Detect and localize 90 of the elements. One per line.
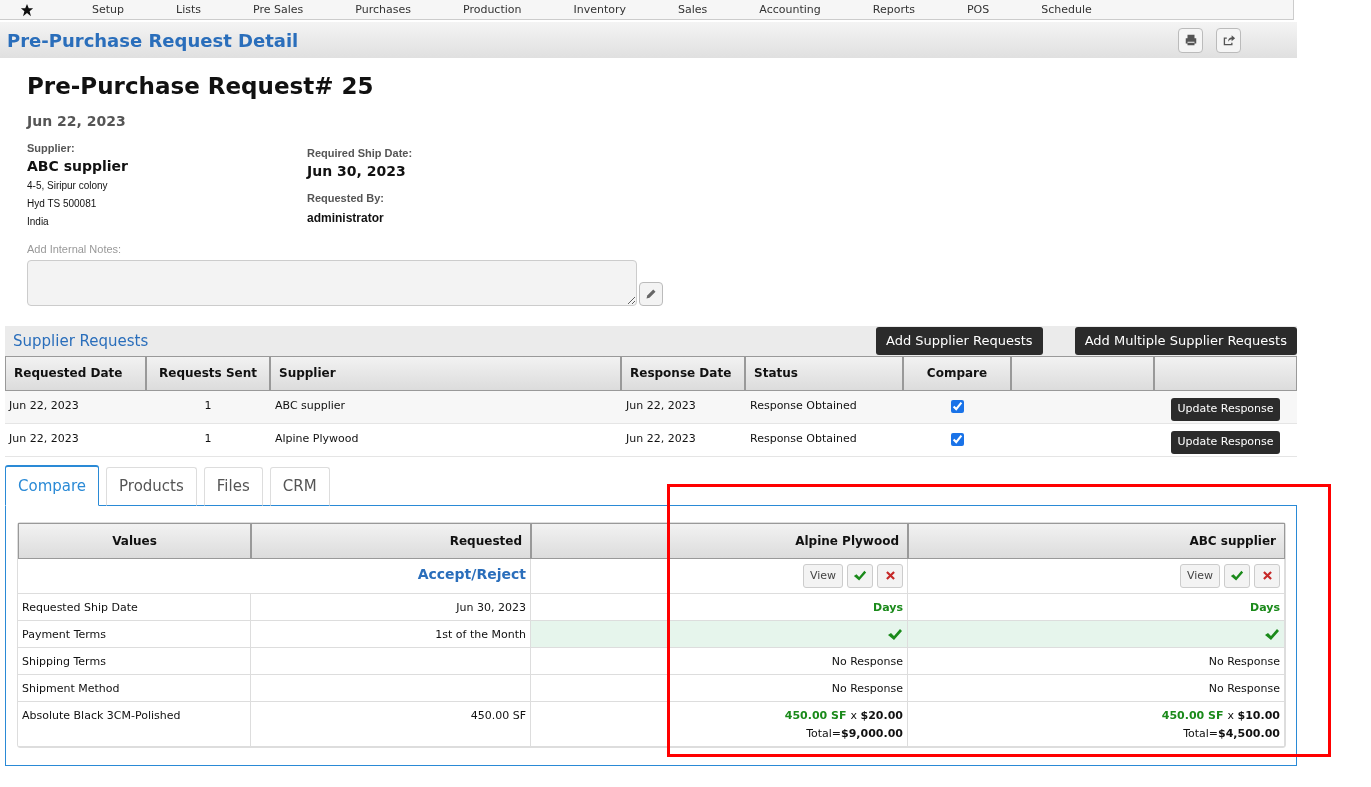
column-header: Compare: [903, 355, 1011, 391]
table-cell: Jun 22, 2023: [621, 390, 745, 424]
unit-price: x $10.00: [1227, 707, 1280, 724]
cell-text: No Response: [1208, 680, 1280, 697]
address-line: 4-5, Siripur colony: [27, 179, 109, 194]
pencil-icon: [645, 287, 657, 300]
tab[interactable]: Files: [203, 466, 263, 506]
field-label: Supplier:: [27, 140, 76, 156]
table-cell: Jun 30, 2023: [251, 593, 531, 621]
close-icon: [1262, 571, 1272, 581]
nav-item[interactable]: POS: [966, 4, 990, 15]
table-cell: 1: [146, 390, 270, 424]
cell-text: Days: [1250, 599, 1280, 616]
accept-button[interactable]: [1224, 563, 1250, 588]
column-header: Requested: [251, 522, 531, 559]
column-header: Requests Sent: [146, 355, 270, 391]
check-icon: [887, 626, 903, 643]
edit-button[interactable]: [639, 281, 663, 306]
address-line: India: [27, 215, 50, 230]
row-label: Requested Ship Date: [18, 593, 251, 621]
compare-checkbox[interactable]: [950, 432, 964, 446]
total: Total=$9,000.00: [806, 726, 903, 743]
supplier-name: ABC supplier: [27, 157, 129, 177]
nav-item[interactable]: Setup: [92, 4, 125, 15]
column-header: Status: [745, 355, 903, 391]
column-header: Requested Date: [5, 355, 146, 391]
nav-item[interactable]: Reports: [872, 4, 915, 15]
cell-text: No Response: [831, 680, 903, 697]
row-label: Shipment Method: [18, 674, 251, 702]
nav-item[interactable]: Pre Sales: [253, 4, 304, 15]
nav-item[interactable]: Sales: [678, 4, 708, 15]
table-cell: 1st of the Month: [251, 620, 531, 648]
column-header: Alpine Plywood: [531, 522, 908, 559]
quantity: 450.00 SF: [784, 707, 847, 724]
field-label: Required Ship Date:: [307, 145, 413, 161]
table-cell: Response Obtained: [745, 390, 903, 424]
nav-item[interactable]: Schedule: [1041, 4, 1092, 15]
notes-field[interactable]: [27, 259, 637, 306]
update-response-button[interactable]: Update Response: [1171, 430, 1280, 454]
close-icon: [885, 571, 895, 581]
row-label: Absolute Black 3CM-Polished: [18, 701, 251, 747]
column-header: Supplier: [270, 355, 621, 391]
page-title: Pre-Purchase Request Detail: [7, 28, 299, 53]
accept-button[interactable]: [847, 563, 873, 588]
share-button[interactable]: [1216, 27, 1241, 53]
nav-item[interactable]: Lists: [176, 4, 201, 15]
ship-date: Jun 30, 2023: [307, 162, 407, 182]
check-icon: [1230, 568, 1244, 583]
update-response-button[interactable]: Update Response: [1171, 397, 1280, 421]
nav-item[interactable]: Inventory: [573, 4, 627, 15]
share-icon: [1221, 33, 1236, 47]
tab[interactable]: CRM: [269, 466, 330, 506]
unit-price: x $20.00: [850, 707, 903, 724]
address-line: Hyd TS 500081: [27, 197, 98, 212]
total: Total=$4,500.00: [1183, 726, 1280, 743]
add-button[interactable]: Add Multiple Supplier Requests: [1074, 326, 1297, 355]
view-button[interactable]: View: [1179, 563, 1220, 588]
cell-text: No Response: [831, 653, 903, 670]
print-button[interactable]: [1178, 27, 1203, 53]
table-cell: ABC supplier: [270, 390, 621, 424]
row-label: Shipping Terms: [18, 647, 251, 675]
row-label: Payment Terms: [18, 620, 251, 648]
request-date: Jun 22, 2023: [27, 111, 127, 131]
section-title: Supplier Requests: [13, 330, 149, 352]
print-icon: [1183, 33, 1198, 47]
add-button[interactable]: Add Supplier Requests: [876, 326, 1043, 355]
request-title: Pre-Purchase Request# 25: [27, 72, 375, 101]
view-button[interactable]: View: [802, 563, 843, 588]
nav-item[interactable]: Accounting: [759, 4, 821, 15]
tab[interactable]: Products: [106, 466, 197, 506]
nav-item[interactable]: Production: [462, 4, 522, 15]
requested-by: administrator: [307, 209, 385, 227]
column-header: Values: [18, 522, 251, 559]
check-icon: [853, 568, 867, 583]
field-label: Requested By:: [307, 191, 386, 207]
accept-reject-label: Accept/Reject: [417, 564, 526, 584]
check-icon: [1264, 626, 1280, 643]
quantity: 450.00 SF: [1161, 707, 1224, 724]
column-header: ABC supplier: [908, 522, 1285, 559]
star-icon[interactable]: [20, 2, 34, 17]
nav-item[interactable]: Purchases: [355, 4, 411, 15]
cell-text: No Response: [1208, 653, 1280, 670]
cell-text: Days: [873, 599, 903, 616]
notes-label: Add Internal Notes:: [27, 242, 123, 258]
tab[interactable]: Compare: [5, 464, 100, 506]
compare-checkbox[interactable]: [950, 399, 964, 413]
reject-button[interactable]: [877, 563, 903, 588]
column-header: Response Date: [621, 355, 745, 391]
reject-button[interactable]: [1254, 563, 1280, 588]
table-cell: Jun 22, 2023: [5, 390, 146, 424]
